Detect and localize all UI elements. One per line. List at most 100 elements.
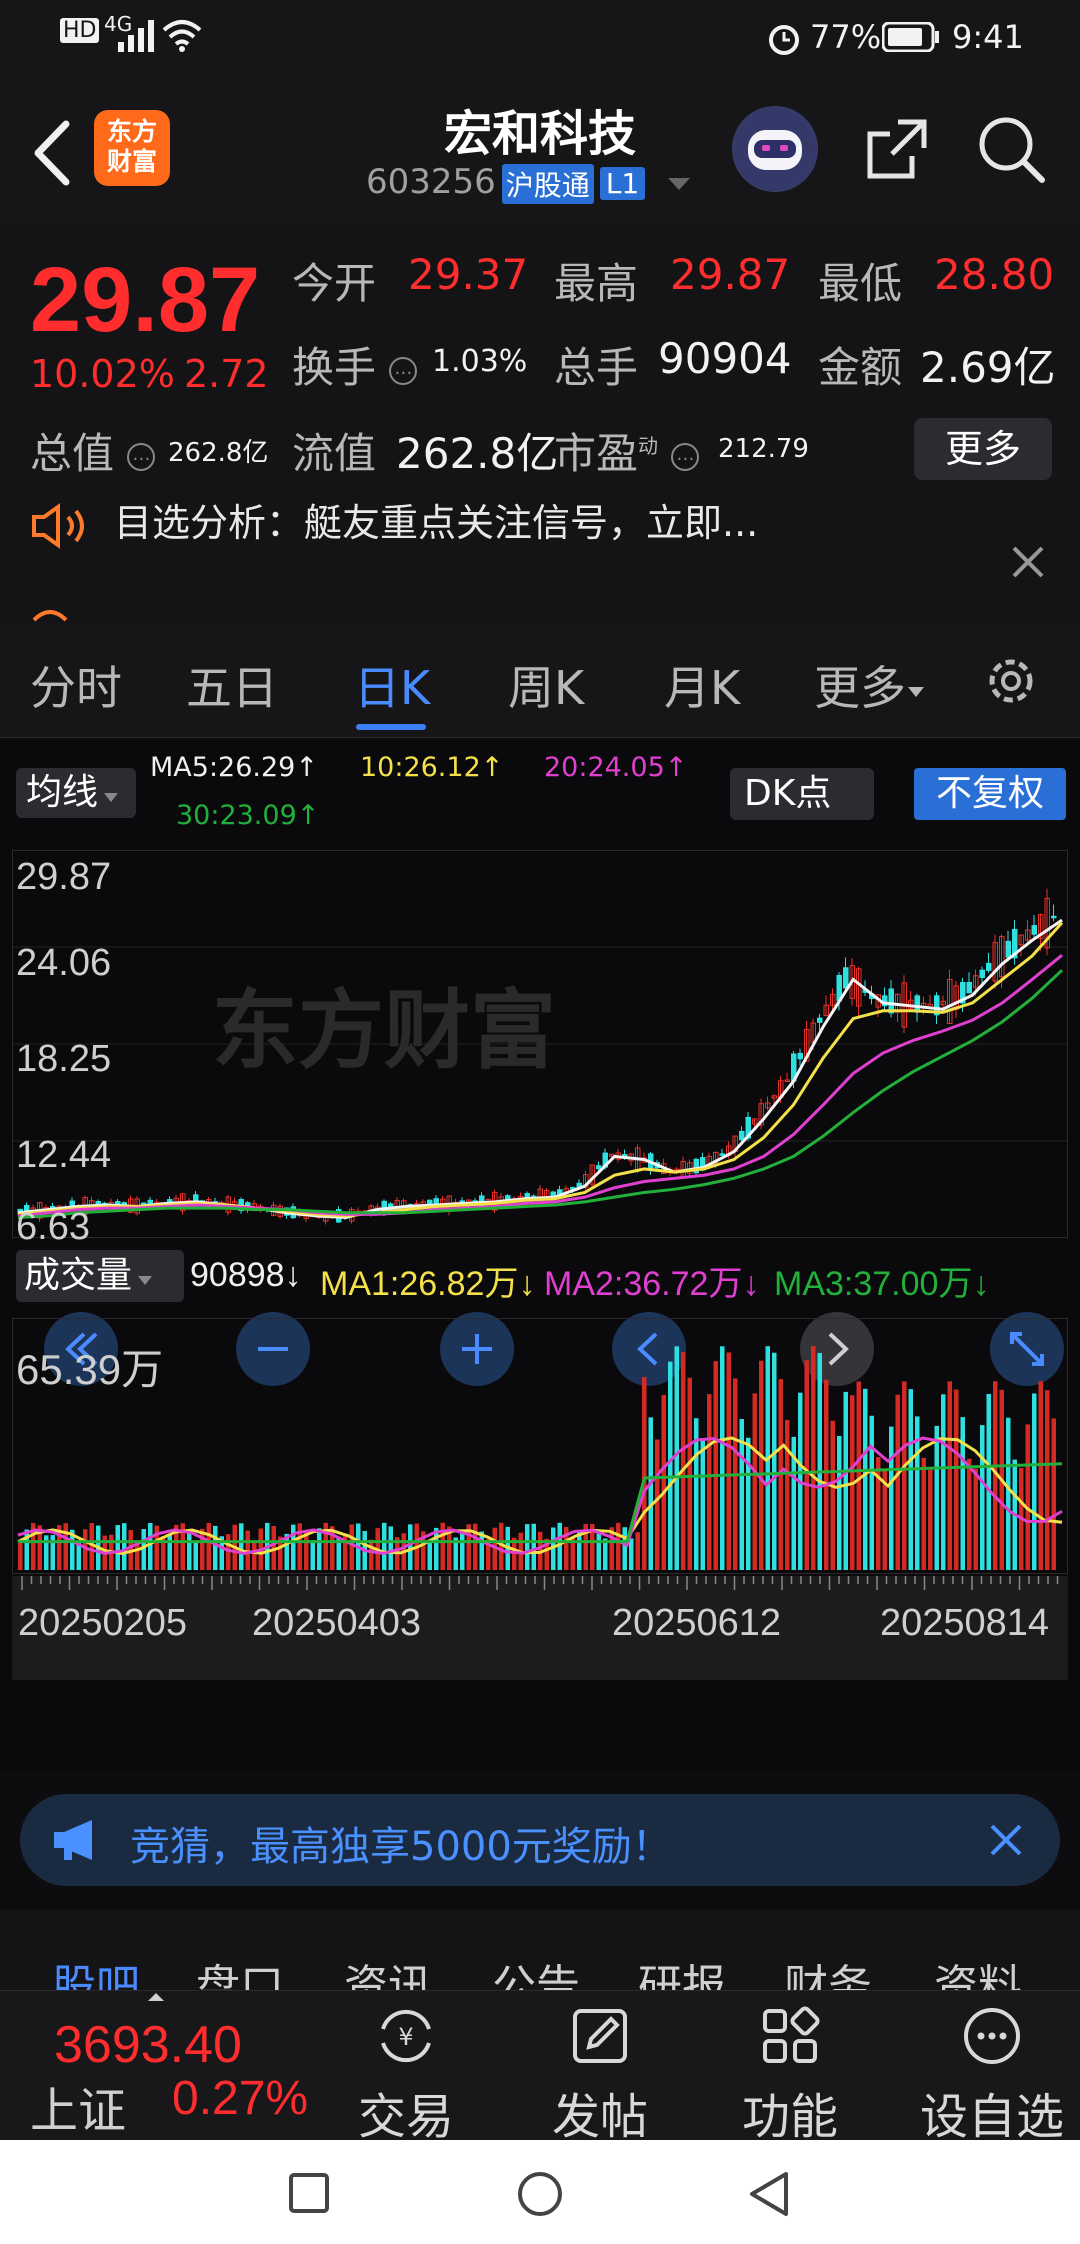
- tab-more[interactable]: 更多: [814, 652, 926, 718]
- volume-bar: [895, 1394, 900, 1570]
- volume-bar: [1045, 1390, 1050, 1570]
- tab-research[interactable]: 研报: [638, 1950, 726, 1990]
- kline-chart[interactable]: 东方财富: [12, 850, 1068, 1238]
- volume-bar: [837, 1435, 842, 1570]
- volume-bar: [700, 1438, 705, 1570]
- volume-bar: [427, 1539, 432, 1570]
- volume-dropdown[interactable]: 成交量: [16, 1250, 184, 1302]
- volume-bar: [1038, 1381, 1043, 1570]
- analysis-text: 目选分析：艇友重点关注信号，立即...: [114, 501, 759, 545]
- volume-bar: [928, 1469, 933, 1570]
- trade-icon: ¥: [381, 2009, 431, 2063]
- volume-bar: [525, 1524, 530, 1570]
- turnover-value: 1.03%: [432, 344, 528, 379]
- home-icon[interactable]: [516, 2170, 564, 2218]
- more-button[interactable]: 更多: [914, 418, 1052, 480]
- volume-bar: [889, 1426, 894, 1570]
- volume-bar: [824, 1379, 829, 1570]
- mktcap-label[interactable]: 总值 …: [30, 420, 156, 481]
- add-watchlist-button[interactable]: 设自选: [912, 1991, 1072, 2147]
- content-tabs: 股吧 盘口 资讯 公告 研报 财务 资料: [0, 1910, 1080, 1990]
- ma-dropdown[interactable]: 均线: [16, 768, 136, 818]
- volume-bar: [856, 1381, 861, 1570]
- back-nav-icon[interactable]: [746, 2170, 792, 2218]
- ma5-label: MA5:26.29↑: [150, 752, 318, 783]
- pe-label[interactable]: 市盈动 …: [554, 420, 700, 481]
- volume-bar: [603, 1538, 608, 1570]
- tab-announcements[interactable]: 公告: [492, 1950, 580, 1990]
- share-icon[interactable]: [862, 114, 932, 184]
- tab-news[interactable]: 资讯: [344, 1950, 432, 1990]
- tab-monthly-k[interactable]: 月K: [664, 652, 740, 718]
- analysis-notice[interactable]: 目选分析：艇友重点关注信号，立即...: [30, 492, 1030, 552]
- volume-bar: [726, 1352, 731, 1570]
- close-icon[interactable]: [1006, 540, 1050, 584]
- stock-code-line[interactable]: 603256 沪股通 L1: [366, 162, 692, 206]
- quote-panel: 29.87 10.02% 2.72 今开 29.37 最高 29.87 最低 2…: [0, 222, 1080, 622]
- low-value: 28.80: [934, 250, 1055, 299]
- volume-bar: [759, 1360, 764, 1570]
- volume-bar: [804, 1360, 809, 1570]
- caret-down-icon: [104, 793, 119, 802]
- adjust-button[interactable]: 不复权: [914, 768, 1066, 820]
- volume-bar: [843, 1391, 848, 1570]
- search-icon[interactable]: [976, 114, 1046, 184]
- volume-bars: [18, 1346, 1056, 1570]
- volume-bar: [388, 1526, 393, 1570]
- tab-guba[interactable]: 股吧: [52, 1950, 140, 1990]
- volume-bar: [616, 1522, 621, 1570]
- caret-down-icon: [908, 686, 924, 697]
- last-price: 29.87: [30, 249, 261, 351]
- hd-icon: HD: [60, 18, 100, 43]
- index-value[interactable]: 3693.40: [54, 2015, 242, 2075]
- tab-weekly-k[interactable]: 周K: [508, 652, 584, 718]
- candle-body: [1005, 940, 1011, 958]
- tab-financials[interactable]: 财务: [784, 1950, 872, 1990]
- tab-daily-k[interactable]: 日K: [354, 652, 430, 718]
- promo-banner[interactable]: 竞猜，最高独享5000元奖励！: [20, 1794, 1060, 1886]
- level-badge: L1: [599, 167, 646, 200]
- volume-bar: [668, 1361, 673, 1570]
- trade-button[interactable]: ¥ 交易: [336, 1991, 476, 2147]
- status-bar: HD 4G 77% 9:41: [0, 0, 1080, 80]
- pct-change: 10.02%: [30, 352, 175, 396]
- index-pct[interactable]: 0.27%: [172, 2071, 308, 2126]
- app-logo[interactable]: 东方 财富: [94, 110, 170, 186]
- volume-label: 总手: [554, 343, 639, 392]
- index-name[interactable]: 上证: [30, 2071, 126, 2141]
- price-tick-4: 12.44: [16, 1134, 112, 1176]
- turnover-label[interactable]: 换手 …: [292, 334, 418, 395]
- open-value: 29.37: [408, 250, 529, 299]
- tab-five-day[interactable]: 五日: [186, 652, 278, 718]
- speaker-icon: [32, 502, 84, 549]
- tab-pankou[interactable]: 盘口: [196, 1950, 284, 1990]
- post-button[interactable]: 发帖: [530, 1991, 670, 2147]
- tab-intraday[interactable]: 分时: [30, 652, 122, 718]
- wifi-icon: [162, 20, 202, 52]
- candle-body: [966, 981, 972, 994]
- volume-bar: [200, 1528, 205, 1570]
- volume-bar: [629, 1538, 634, 1570]
- date-label-3: 20250612: [612, 1602, 782, 1644]
- tab-profile[interactable]: 资料: [934, 1950, 1022, 1990]
- dk-point-button[interactable]: DK点: [730, 768, 874, 820]
- recents-icon[interactable]: [288, 2172, 330, 2214]
- bottom-toolbar: 3693.40 上证 0.27% ¥ 交易 发帖 功能 设自选: [0, 1990, 1080, 2145]
- volume-bar: [655, 1439, 660, 1570]
- volume-bar: [167, 1534, 172, 1570]
- logo-line-2: 财富: [106, 147, 157, 176]
- volume-bar: [785, 1419, 790, 1570]
- volume-bar: [349, 1524, 354, 1570]
- watermark: 东方财富: [212, 981, 556, 1081]
- connect-badge: 沪股通: [501, 163, 594, 204]
- volume-bar: [122, 1523, 127, 1570]
- close-icon[interactable]: [978, 1812, 1034, 1868]
- volume-bar: [707, 1394, 712, 1570]
- pe-sup: 动: [638, 434, 659, 458]
- function-button[interactable]: 功能: [720, 1991, 860, 2147]
- volume-bar: [817, 1353, 822, 1570]
- gear-icon[interactable]: [982, 652, 1040, 710]
- back-button[interactable]: [26, 118, 76, 188]
- volume-chart[interactable]: [12, 1318, 1068, 1574]
- robot-avatar-icon[interactable]: [732, 106, 818, 192]
